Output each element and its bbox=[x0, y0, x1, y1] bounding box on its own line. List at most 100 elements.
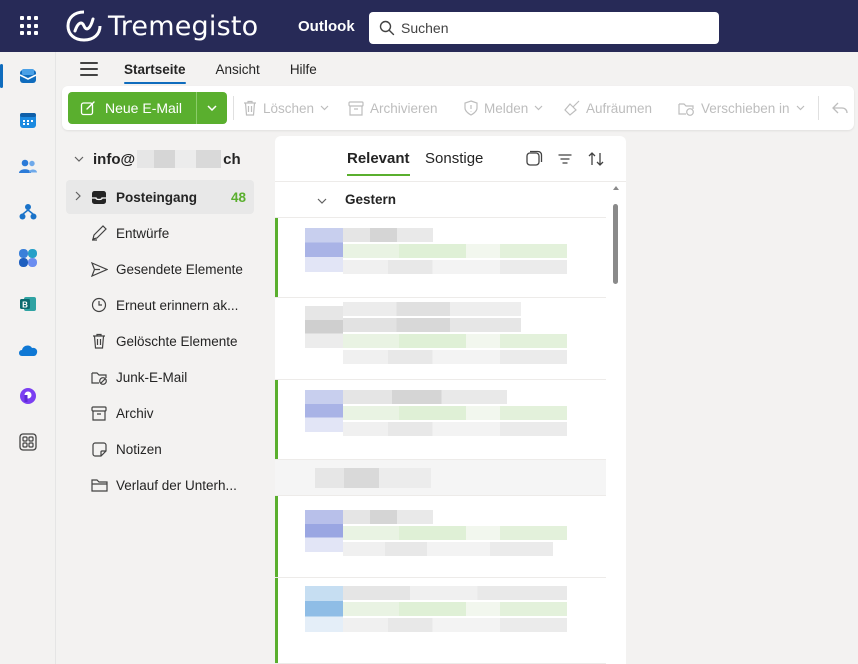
hamburger-menu-icon[interactable] bbox=[80, 62, 98, 76]
rail-bookings[interactable]: B bbox=[14, 290, 42, 318]
folder-pane: info@ ch Posteingang 48 Entwürfe Gesende… bbox=[58, 136, 270, 664]
tremegisto-logo-icon bbox=[66, 10, 102, 42]
junk-icon bbox=[90, 368, 108, 386]
tab-hilfe[interactable]: Hilfe bbox=[290, 52, 317, 86]
archive-icon bbox=[90, 404, 108, 422]
pivot-relevant[interactable]: Relevant bbox=[347, 150, 410, 176]
scrollbar-thumb[interactable] bbox=[613, 204, 618, 284]
sort-icon[interactable] bbox=[587, 150, 605, 168]
folder-conversation-history[interactable]: Verlauf der Unterh... bbox=[66, 468, 254, 502]
calendar-icon bbox=[20, 113, 36, 128]
more-apps-icon bbox=[19, 433, 37, 451]
message-item[interactable] bbox=[275, 460, 606, 496]
ribbon-toolbar: Neue E-Mail Löschen Archivieren Melden A… bbox=[62, 86, 854, 130]
app-launcher-icon[interactable] bbox=[20, 16, 40, 36]
archive-button[interactable]: Archivieren bbox=[348, 98, 438, 118]
org-icon bbox=[19, 204, 37, 220]
message-list-scrollbar[interactable] bbox=[609, 182, 623, 664]
reading-pane bbox=[630, 136, 858, 664]
sweep-button[interactable]: Aufräumen bbox=[564, 98, 652, 118]
redacted-avatar bbox=[305, 390, 343, 432]
tab-ansicht[interactable]: Ansicht bbox=[216, 52, 260, 86]
new-mail-label: Neue E-Mail bbox=[105, 100, 183, 116]
rail-more-apps[interactable] bbox=[14, 428, 42, 456]
unread-count-badge: 48 bbox=[230, 189, 246, 205]
rail-active-indicator bbox=[0, 64, 3, 88]
redacted-avatar bbox=[305, 228, 343, 272]
message-item[interactable] bbox=[275, 496, 606, 578]
chevron-right-icon[interactable] bbox=[66, 191, 90, 204]
redacted-sender bbox=[343, 510, 433, 524]
folder-inbox[interactable]: Posteingang 48 bbox=[66, 180, 254, 214]
filter-icon[interactable] bbox=[556, 150, 574, 168]
app-name[interactable]: Outlook bbox=[298, 18, 355, 35]
redacted-preview bbox=[343, 618, 567, 632]
report-button[interactable]: Melden bbox=[464, 98, 543, 118]
rail-mail[interactable] bbox=[14, 62, 42, 90]
folder-snoozed[interactable]: Erneut erinnern ak... bbox=[66, 288, 254, 322]
delete-button[interactable]: Löschen bbox=[243, 98, 329, 118]
inbox-icon bbox=[90, 188, 108, 206]
chevron-down-icon bbox=[317, 192, 327, 207]
message-item[interactable] bbox=[275, 298, 606, 380]
folder-deleted[interactable]: Gelöschte Elemente bbox=[66, 324, 254, 358]
shield-icon bbox=[464, 100, 478, 116]
rail-people[interactable] bbox=[14, 152, 42, 180]
message-list: Relevant Sonstige Gestern bbox=[275, 136, 626, 664]
rail-copilot[interactable] bbox=[14, 244, 42, 272]
top-bar: Tremegisto Outlook bbox=[0, 0, 858, 52]
folder-drafts[interactable]: Entwürfe bbox=[66, 216, 254, 250]
chevron-down-icon bbox=[534, 105, 543, 111]
account-header[interactable]: info@ ch bbox=[74, 150, 241, 168]
chevron-down-icon bbox=[207, 105, 217, 111]
search-box[interactable] bbox=[369, 12, 719, 44]
folder-junk[interactable]: Junk-E-Mail bbox=[66, 360, 254, 394]
copilot-icon bbox=[19, 249, 37, 267]
rail-loop[interactable] bbox=[14, 382, 42, 410]
brand-logo[interactable]: Tremegisto bbox=[64, 8, 258, 44]
redacted-sender bbox=[343, 318, 521, 332]
folder-move-icon bbox=[678, 102, 694, 116]
people-icon bbox=[19, 159, 37, 173]
redacted-line bbox=[315, 468, 431, 488]
redacted-subject bbox=[343, 244, 567, 258]
move-to-button[interactable]: Verschieben in bbox=[678, 98, 805, 118]
redacted-preview bbox=[343, 260, 567, 274]
folder-icon bbox=[90, 476, 108, 494]
pivot-sonstige[interactable]: Sonstige bbox=[425, 150, 483, 167]
message-item[interactable] bbox=[275, 218, 606, 298]
onedrive-icon bbox=[19, 345, 38, 356]
group-header-yesterday[interactable]: Gestern bbox=[275, 182, 606, 218]
chevron-down-icon bbox=[796, 105, 804, 111]
rail-calendar[interactable] bbox=[14, 106, 42, 134]
bookings-icon: B bbox=[20, 297, 36, 311]
account-prefix: info@ bbox=[93, 150, 136, 168]
folder-sent[interactable]: Gesendete Elemente bbox=[66, 252, 254, 286]
scroll-up-arrow-icon[interactable] bbox=[613, 186, 619, 190]
reply-button[interactable] bbox=[832, 98, 848, 118]
folder-archive[interactable]: Archiv bbox=[66, 396, 254, 430]
rail-onedrive[interactable] bbox=[14, 336, 42, 364]
redacted-preview bbox=[343, 350, 567, 364]
message-item[interactable] bbox=[275, 380, 606, 460]
account-suffix: ch bbox=[223, 150, 241, 168]
redacted-subject bbox=[343, 602, 567, 616]
search-input[interactable] bbox=[401, 20, 701, 36]
new-mail-dropdown[interactable] bbox=[197, 92, 227, 124]
select-all-icon[interactable] bbox=[525, 150, 543, 168]
tab-startseite[interactable]: Startseite bbox=[124, 52, 186, 86]
group-label: Gestern bbox=[345, 192, 397, 207]
sent-icon bbox=[90, 260, 108, 278]
folder-notes[interactable]: Notizen bbox=[66, 432, 254, 466]
app-rail: B bbox=[0, 52, 56, 664]
rail-org[interactable] bbox=[14, 198, 42, 226]
redacted-avatar bbox=[305, 510, 343, 552]
archive-icon bbox=[348, 100, 364, 116]
compose-icon bbox=[80, 101, 95, 116]
message-item[interactable] bbox=[275, 578, 606, 664]
new-mail-button[interactable]: Neue E-Mail bbox=[68, 92, 197, 124]
ribbon-divider bbox=[818, 96, 819, 120]
message-list-header: Relevant Sonstige bbox=[275, 136, 626, 182]
redacted-sender bbox=[343, 586, 567, 600]
redacted-account-part bbox=[137, 150, 222, 168]
